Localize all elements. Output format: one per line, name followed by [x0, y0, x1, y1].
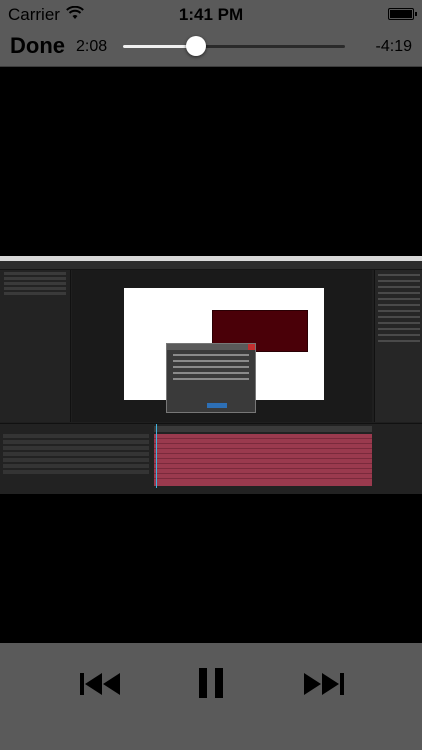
status-time: 1:41 PM — [178, 5, 244, 24]
video-app-toolbar — [0, 261, 422, 270]
done-button[interactable]: Done — [10, 33, 65, 59]
skip-back-icon[interactable] — [78, 663, 124, 703]
progress-slider[interactable] — [123, 36, 345, 56]
video-area[interactable] — [0, 67, 422, 643]
elapsed-time: 2:08 — [76, 38, 108, 55]
battery-icon — [388, 8, 417, 20]
video-dialog — [166, 343, 256, 413]
playback-top-bar: Done 2:08 -4:19 — [0, 30, 422, 67]
playback-controls — [0, 643, 422, 750]
video-timeline-panel — [0, 423, 422, 494]
status-bar: Carrier 1:41 PM — [0, 0, 422, 30]
skip-forward-icon[interactable] — [300, 663, 346, 703]
pause-icon[interactable] — [198, 663, 224, 703]
video-frame — [0, 256, 422, 494]
video-composition-panel — [72, 270, 372, 422]
remaining-time: -4:19 — [375, 38, 412, 55]
video-effects-panel — [374, 270, 422, 422]
video-project-panel — [0, 270, 71, 422]
progress-fill — [123, 45, 197, 48]
progress-thumb[interactable] — [186, 36, 207, 56]
